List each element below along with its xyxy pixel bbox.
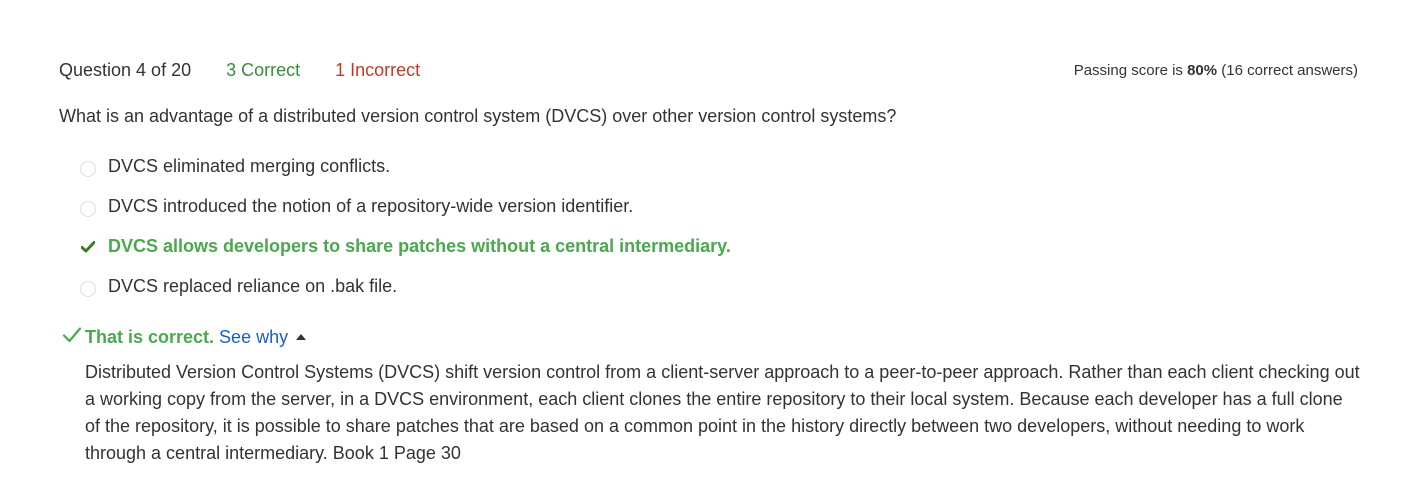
answer-option-label: DVCS allows developers to share patches … xyxy=(108,235,731,256)
answer-option-correct[interactable]: DVCS allows developers to share patches … xyxy=(80,226,1280,266)
answer-option-label: DVCS replaced reliance on .bak file. xyxy=(108,275,398,296)
passing-score-suffix: (16 correct answers) xyxy=(1217,61,1358,79)
passing-score-percent: 80% xyxy=(1187,61,1218,79)
answer-option[interactable]: DVCS introduced the notion of a reposito… xyxy=(80,186,1280,226)
answer-option-label: DVCS introduced the notion of a reposito… xyxy=(108,195,634,216)
see-why-link[interactable]: See why xyxy=(219,327,288,348)
explanation-text: Distributed Version Control Systems (DVC… xyxy=(85,362,1360,463)
answer-option-label: DVCS eliminated merging conflicts. xyxy=(108,155,391,176)
question-text: What is an advantage of a distributed ve… xyxy=(59,106,897,126)
answer-option[interactable]: DVCS replaced reliance on .bak file. xyxy=(80,266,1280,306)
result-feedback: That is correct. See why xyxy=(62,325,307,349)
radio-button[interactable] xyxy=(80,281,96,297)
question-counter: Question 4 of 20 xyxy=(59,59,192,80)
answer-options: DVCS eliminated merging conflicts. DVCS … xyxy=(80,146,1280,306)
passing-score-prefix: Passing score is xyxy=(1073,61,1188,79)
answer-option[interactable]: DVCS eliminated merging conflicts. xyxy=(80,146,1280,186)
correct-count: 3 Correct xyxy=(226,59,301,80)
quiz-header: Question 4 of 20 3 Correct 1 Incorrect P… xyxy=(59,58,1358,82)
radio-button[interactable] xyxy=(80,161,96,177)
check-icon xyxy=(62,326,82,349)
caret-up-icon[interactable] xyxy=(296,334,307,340)
quiz-review-page: Question 4 of 20 3 Correct 1 Incorrect P… xyxy=(0,0,1418,480)
check-icon xyxy=(80,239,96,255)
incorrect-count: 1 Incorrect xyxy=(335,59,421,80)
radio-button[interactable] xyxy=(80,201,96,217)
result-text: That is correct. xyxy=(85,326,215,347)
passing-score: Passing score is 80% (16 correct answers… xyxy=(1074,62,1358,79)
